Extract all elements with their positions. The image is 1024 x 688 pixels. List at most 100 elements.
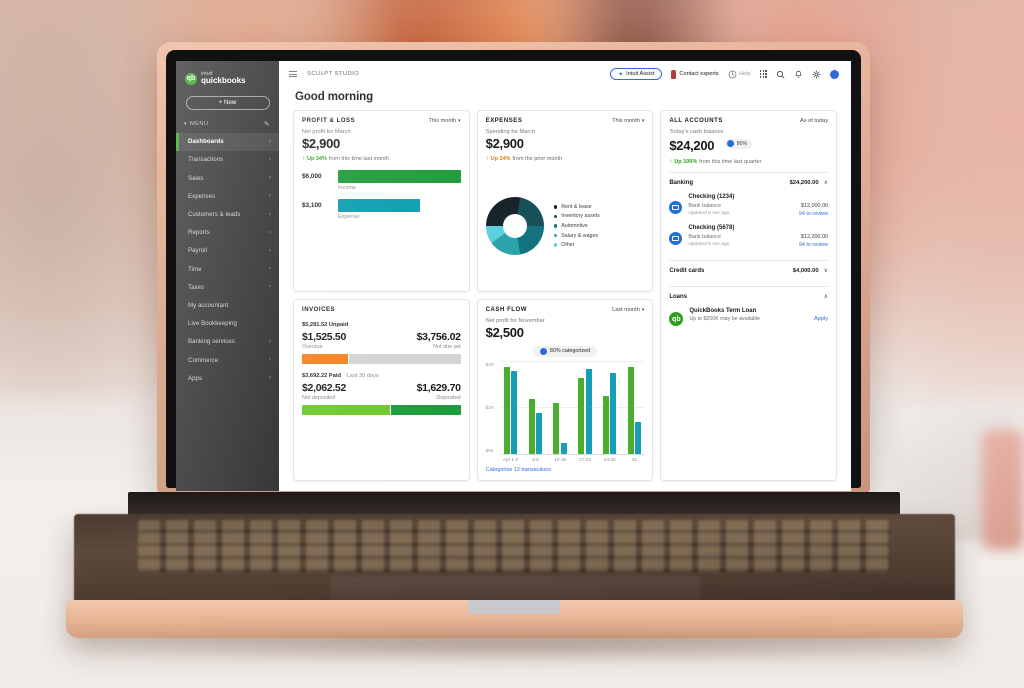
sidebar-item-my-accountant[interactable]: My accountant (176, 296, 279, 314)
credit-cards-section-header[interactable]: Credit cards $4,000.00 ∨ (669, 261, 828, 279)
sidebar-item-taxes[interactable]: Taxes › (176, 278, 279, 296)
sidebar-item-label: Reports (188, 229, 210, 237)
sidebar-item-label: Expenses (188, 192, 216, 200)
bank-account-row[interactable]: Checking (1234) Bank balance $12,000.00 Upd… (669, 191, 828, 222)
account-review-link[interactable]: 94 to review (799, 211, 828, 217)
brand-logo[interactable]: qb intuit quickbooks (176, 70, 279, 86)
intuit-assist-button[interactable]: ✦ Intuit Assist (610, 68, 663, 80)
expenses-title: EXPENSES (485, 118, 523, 124)
account-review-link[interactable]: 94 to review (799, 242, 828, 248)
sidebar-item-expenses[interactable]: Expenses › (176, 187, 279, 205)
sidebar-item-label: Time (188, 265, 202, 273)
sidebar-item-commerce[interactable]: Commerce › (176, 351, 279, 369)
bar-money-in (503, 366, 510, 454)
banking-section-header[interactable]: Banking $24,200.00 ∧ (669, 173, 828, 191)
help-button[interactable]: Help (728, 70, 751, 79)
sidebar-item-dashboards[interactable]: Dashboards › (176, 132, 279, 152)
menu-label: MENU (190, 120, 209, 127)
invoices-unpaid-labels: Overdue Not due yet (302, 344, 461, 350)
gear-icon[interactable] (812, 69, 821, 79)
bar-money-in (528, 398, 535, 454)
contact-experts-button[interactable]: Contact experts (671, 69, 719, 79)
info-dot-icon (539, 347, 547, 355)
loan-apply-link[interactable]: Apply (814, 308, 828, 322)
bank-icon (669, 232, 683, 245)
profit-loss-filter[interactable]: This month ▾ (428, 118, 460, 124)
cash-flow-y-axis: $4K $2K $0K (486, 362, 501, 462)
categorize-transactions-link[interactable]: Categorize 12 transactions (486, 467, 645, 473)
invoices-unpaid-total: $5,281.52 (302, 322, 328, 328)
chevron-right-icon: › (268, 211, 271, 218)
bell-icon[interactable] (794, 70, 803, 79)
sidebar-item-transactions[interactable]: Transactions › (176, 151, 279, 169)
all-accounts-card: ALL ACCOUNTS As of today Today's cash ba… (660, 110, 837, 481)
bar-group (525, 362, 545, 454)
invoices-overdue-amount: $1,525.50 (302, 331, 347, 343)
help-label: Help (739, 71, 751, 77)
profit-loss-income-row: $6,000 (302, 169, 461, 183)
sidebar-item-label: Live Bookkeeping (188, 320, 237, 328)
main-content: SCULPT STUDIO ✦ Intuit Assist Contact ex… (279, 61, 851, 491)
bar-money-out (610, 373, 617, 454)
invoices-deposited-label: Deposited (436, 395, 461, 401)
bar-segment (391, 405, 461, 415)
profit-loss-income-bar (338, 169, 461, 183)
invoices-notdeposited-amount: $2,062.52 (302, 382, 347, 394)
bar-money-out (536, 412, 543, 454)
bar-group (575, 362, 595, 454)
sidebar-item-apps[interactable]: Apps › (176, 369, 279, 387)
search-icon[interactable] (776, 70, 785, 79)
legend-color-dot (553, 204, 558, 209)
contact-experts-label: Contact experts (679, 71, 719, 77)
sidebar-item-reports[interactable]: Reports › (176, 224, 279, 242)
menu-header[interactable]: ▾ MENU ✎ (176, 110, 279, 133)
sidebar-item-live-bookkeeping[interactable]: Live Bookkeeping (176, 315, 279, 333)
pencil-icon[interactable]: ✎ (264, 120, 270, 128)
legend-color-dot (553, 243, 558, 247)
expenses-filter[interactable]: This month ▾ (612, 118, 644, 124)
bar-group (625, 362, 645, 454)
profit-loss-expense-row: $3,100 (302, 198, 461, 212)
loans-section-header[interactable]: Loans ∧ (669, 287, 828, 305)
sidebar-item-customers-leads[interactable]: Customers & leads › (176, 205, 279, 223)
x-axis-tick: 17-23 (579, 457, 591, 462)
sidebar-item-banking-services[interactable]: Banking services › (176, 333, 279, 351)
top-bar-actions: ✦ Intuit Assist Contact experts Help (610, 68, 839, 80)
chevron-right-icon: › (268, 284, 271, 291)
credit-cards-label: Credit cards (669, 267, 705, 274)
cash-flow-filter-label: Last month (612, 307, 640, 313)
laptop-screen: qb intuit quickbooks + New ▾ MENU ✎ Dash… (176, 61, 851, 491)
legend-color-dot (553, 214, 558, 219)
profit-loss-card: PROFIT & LOSS This month ▾ Net profit fo… (293, 110, 470, 292)
bar-group (550, 362, 570, 454)
person-icon (671, 69, 677, 79)
sidebar-item-time[interactable]: Time › (176, 260, 279, 278)
sidebar-item-label: Dashboards (188, 138, 224, 146)
cash-flow-filter[interactable]: Last month ▾ (612, 307, 644, 313)
x-axis-tick: Apr 1-2 (503, 457, 519, 462)
apps-grid-icon[interactable] (759, 70, 767, 78)
qb-loan-icon: qb (669, 312, 684, 326)
company-name: SCULPT STUDIO (307, 71, 360, 77)
sidebar-item-label: Sales (188, 174, 204, 182)
account-balance-label: Bank balance (688, 202, 721, 209)
sidebar-item-payroll[interactable]: Payroll › (176, 242, 279, 260)
expenses-delta: ↑ Up 34% from the prior month (486, 156, 645, 162)
chevron-up-icon: ∧ (823, 180, 828, 186)
chevron-right-icon: › (268, 175, 271, 182)
bar-segment (348, 354, 461, 364)
hamburger-menu-icon[interactable] (289, 70, 297, 78)
credit-cards-total: $4,000.00 (792, 267, 819, 274)
sidebar-item-sales[interactable]: Sales › (176, 169, 279, 187)
user-avatar[interactable] (830, 69, 839, 79)
profit-loss-amount: $2,900 (302, 136, 340, 151)
x-axis-tick: 10-16 (554, 457, 566, 462)
bar-money-in (627, 366, 634, 454)
cash-flow-subtitle: Net profit for November (485, 318, 545, 324)
sidebar-item-label: Payroll (188, 247, 207, 255)
account-name: Checking (1234) (688, 194, 735, 200)
banking-label: Banking (669, 179, 693, 186)
all-accounts-delta-value: Up 100% (674, 159, 698, 165)
new-button[interactable]: + New (185, 95, 270, 110)
bank-account-row[interactable]: Checking (5678) Bank balance $12,200.00 Upd… (669, 222, 828, 253)
